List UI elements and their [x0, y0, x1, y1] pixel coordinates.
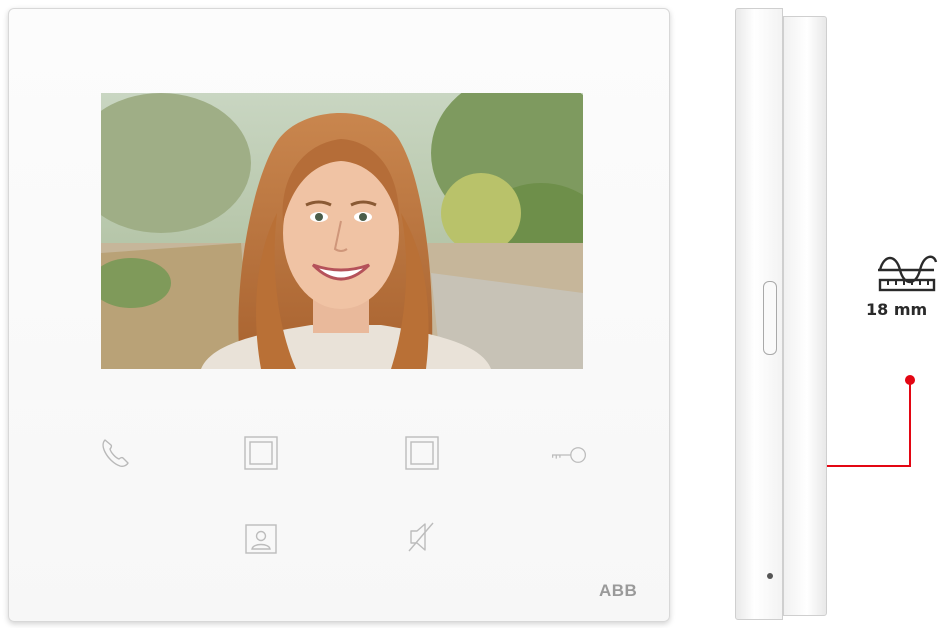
side-front-housing — [783, 16, 827, 616]
square-outline-icon — [244, 436, 278, 470]
side-slider-switch[interactable] — [763, 281, 777, 355]
key-icon — [552, 447, 586, 463]
soft-button-1[interactable] — [241, 433, 281, 473]
intercom-front-panel: ABB — [8, 8, 670, 622]
side-back-housing — [735, 8, 783, 620]
depth-wave-ruler-icon — [878, 255, 938, 292]
camera-view-button[interactable] — [241, 519, 281, 559]
side-indicator-dot — [767, 573, 773, 579]
door-unlock-button[interactable] — [549, 435, 589, 475]
depth-value-label: 18 mm — [866, 300, 928, 319]
phone-handset-icon — [102, 439, 129, 467]
portrait-frame-icon — [245, 524, 277, 554]
video-screen — [101, 93, 583, 369]
speaker-muted-icon — [408, 522, 434, 552]
abb-logo: ABB — [599, 581, 638, 600]
square-outline-icon — [405, 436, 439, 470]
leader-dot — [905, 375, 915, 385]
intercom-side-view — [735, 8, 827, 620]
mute-button[interactable] — [402, 517, 442, 557]
soft-button-2[interactable] — [402, 433, 442, 473]
call-button[interactable] — [95, 433, 135, 473]
video-feed-image — [101, 93, 583, 369]
